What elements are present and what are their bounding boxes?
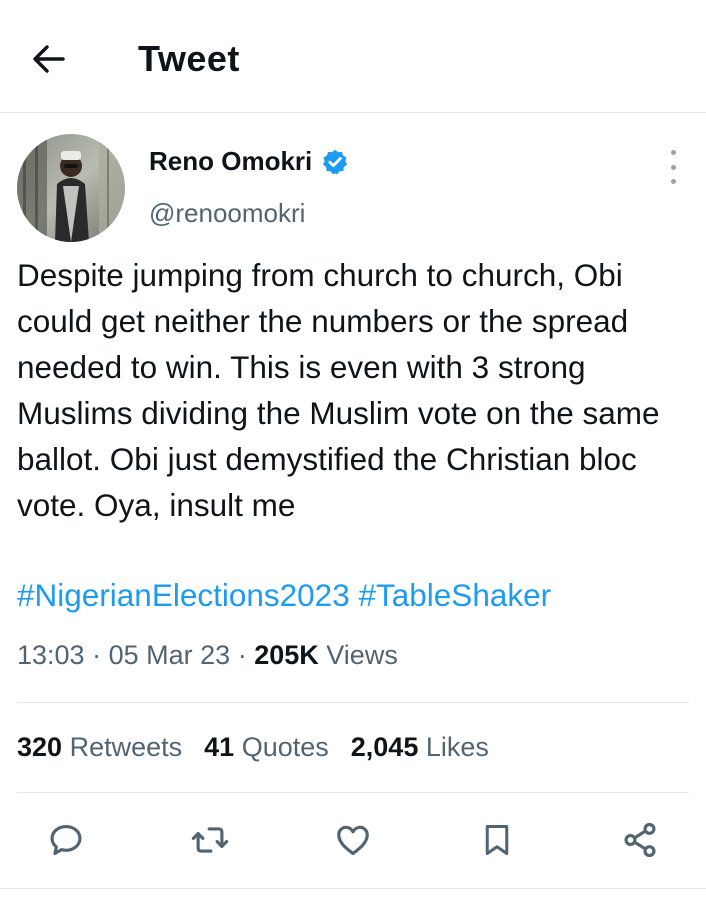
views-count: 205K [254, 640, 319, 670]
share-button[interactable] [615, 810, 665, 870]
hashtag-link[interactable]: #NigerianElections2023 [17, 577, 350, 613]
likes-label: Likes [425, 732, 489, 762]
retweet-icon [191, 827, 229, 853]
divider [17, 702, 689, 703]
retweets-count: 320 [17, 732, 63, 762]
tweet-text: Despite jumping from church to church, O… [17, 257, 660, 523]
reply-icon [50, 824, 82, 856]
more-vertical-icon [670, 150, 676, 155]
author-name-row: Reno Omokri [149, 146, 349, 177]
retweet-button[interactable] [185, 810, 235, 870]
author-handle[interactable]: @renoomokri [149, 198, 305, 229]
tweet-date[interactable]: 05 Mar 23 [109, 640, 231, 670]
engagement-stats: 320 Retweets 41 Quotes 2,045 Likes [17, 728, 489, 766]
separator: · [92, 640, 102, 670]
arrow-left-icon [33, 45, 65, 73]
divider [17, 792, 689, 793]
bookmark-button[interactable] [472, 810, 522, 870]
share-icon [624, 822, 656, 858]
reply-button[interactable] [41, 810, 91, 870]
page-title: Tweet [138, 38, 240, 79]
retweets-label: Retweets [69, 732, 183, 762]
hashtag-link[interactable]: #TableShaker [358, 577, 551, 613]
separator: · [237, 640, 247, 670]
back-button[interactable] [28, 38, 70, 80]
avatar[interactable] [17, 134, 125, 242]
bookmark-icon [485, 825, 509, 855]
quotes-stat[interactable]: 41 Quotes [204, 728, 329, 766]
likes-stat[interactable]: 2,045 Likes [351, 728, 489, 766]
more-options-button[interactable] [660, 150, 686, 184]
top-bar: Tweet [0, 0, 706, 113]
divider [0, 888, 706, 889]
author-name[interactable]: Reno Omokri [149, 146, 312, 177]
quotes-label: Quotes [241, 732, 329, 762]
tweet-time[interactable]: 13:03 [17, 640, 85, 670]
views-label: Views [326, 640, 398, 670]
hashtag-row: #NigerianElections2023 #TableShaker [17, 572, 551, 618]
tweet-metadata: 13:03 · 05 Mar 23 · 205K Views [17, 636, 398, 674]
like-button[interactable] [328, 810, 378, 870]
action-bar [0, 810, 706, 870]
heart-icon [337, 825, 369, 856]
retweets-stat[interactable]: 320 Retweets [17, 728, 182, 766]
profile-photo [17, 134, 125, 242]
quotes-count: 41 [204, 732, 235, 762]
verified-badge-icon [323, 149, 348, 174]
likes-count: 2,045 [350, 732, 419, 762]
